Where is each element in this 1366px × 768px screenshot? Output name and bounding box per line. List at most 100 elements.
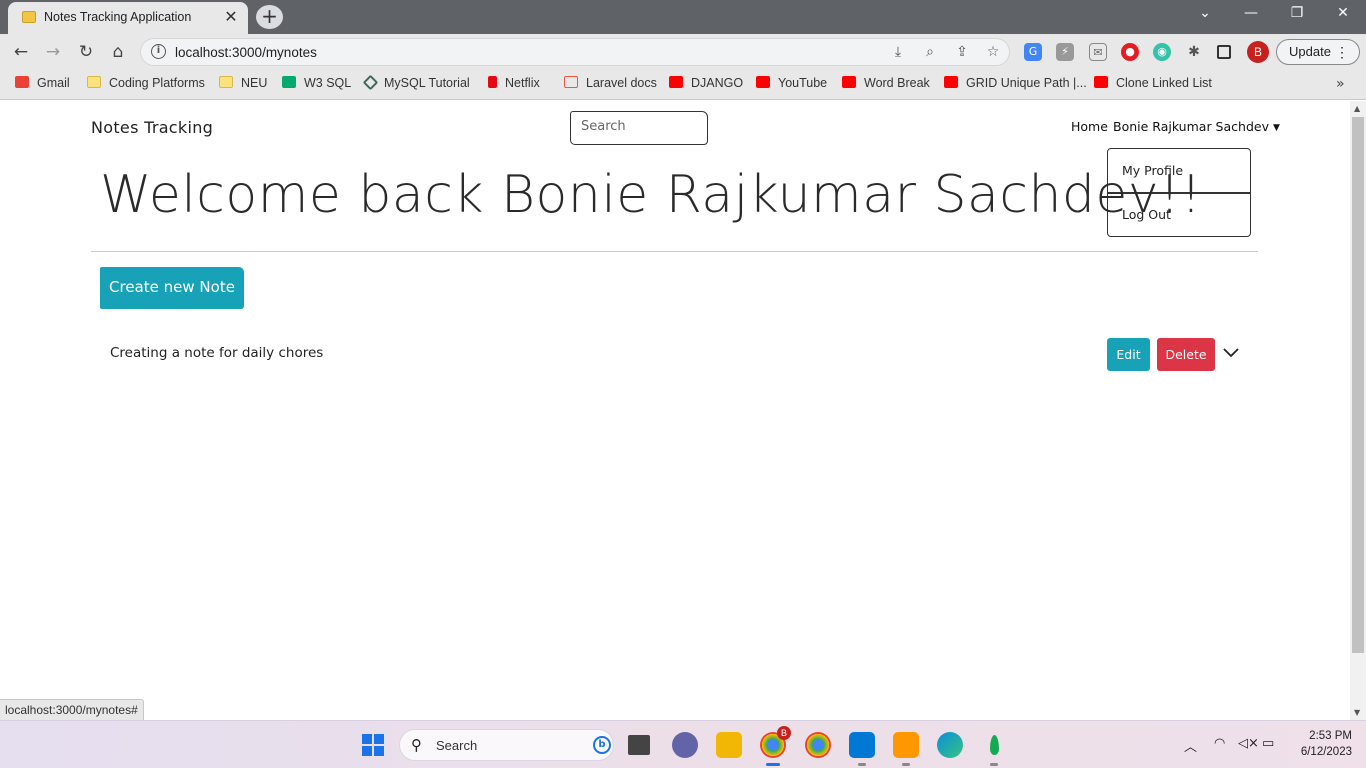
bookmark-mysql-tutorial[interactable]: MySQL Tutorial bbox=[362, 74, 470, 91]
bookmark-netflix[interactable]: Netflix bbox=[488, 76, 540, 90]
w3schools-icon bbox=[282, 76, 296, 88]
bookmark-django[interactable]: DJANGO bbox=[669, 76, 743, 90]
youtube-icon bbox=[756, 76, 770, 88]
bookmark-w3-sql[interactable]: W3 SQL bbox=[282, 76, 351, 90]
volume-muted-icon[interactable]: ◁× bbox=[1238, 736, 1259, 751]
bookmark-label: NEU bbox=[241, 76, 268, 90]
scroll-down-icon[interactable]: ▼ bbox=[1354, 708, 1360, 717]
profile-avatar[interactable]: B bbox=[1247, 41, 1269, 63]
chevron-down-icon[interactable] bbox=[1222, 346, 1240, 360]
bookmark-laravel-docs[interactable]: Laravel docs bbox=[564, 76, 657, 90]
mail-extension-icon[interactable]: ✉ bbox=[1089, 43, 1107, 61]
bookmark-label: DJANGO bbox=[691, 76, 744, 90]
teams-icon[interactable] bbox=[672, 732, 698, 758]
side-panel-icon[interactable] bbox=[1217, 45, 1231, 59]
bookmark-coding-platforms[interactable]: Coding Platforms bbox=[87, 76, 205, 90]
delete-note-button[interactable]: Delete bbox=[1157, 338, 1215, 371]
share-icon[interactable]: ⇪ bbox=[953, 44, 971, 60]
taskbar-clock[interactable]: 2:53 PM 6/12/2023 bbox=[1290, 728, 1352, 760]
page-title: Welcome back Bonie Rajkumar Sachdev!! bbox=[100, 165, 1202, 225]
extensions-puzzle-icon[interactable]: ✱ bbox=[1185, 43, 1203, 61]
sublime-text-icon[interactable] bbox=[893, 732, 919, 766]
bookmark-label: W3 SQL bbox=[304, 76, 352, 90]
youtube-icon bbox=[1094, 76, 1108, 88]
site-info-icon[interactable]: i bbox=[151, 44, 166, 59]
update-button[interactable]: Update ⋮ bbox=[1276, 39, 1360, 65]
link-status-bar: localhost:3000/mynotes# bbox=[0, 699, 144, 720]
file-explorer-icon[interactable] bbox=[716, 732, 742, 758]
chrome-profile-2-icon[interactable] bbox=[805, 732, 831, 758]
youtube-icon bbox=[669, 76, 683, 88]
windows-taskbar: ⚲ Search b B ︿ ◠ ◁× ▭ 2:53 PM 6/12/2023 bbox=[0, 720, 1366, 768]
translate-extension-icon[interactable]: G bbox=[1024, 43, 1042, 61]
folder-icon bbox=[219, 76, 233, 88]
clock-time: 2:53 PM bbox=[1309, 730, 1352, 742]
edit-note-button[interactable]: Edit bbox=[1107, 338, 1150, 371]
windows-start-icon[interactable] bbox=[362, 734, 384, 756]
task-view-icon[interactable] bbox=[628, 735, 650, 755]
bolt-extension-icon[interactable]: ⚡ bbox=[1056, 43, 1074, 61]
restore-icon[interactable]: ❐ bbox=[1283, 5, 1311, 21]
record-extension-icon[interactable]: ● bbox=[1121, 43, 1139, 61]
user-name: Bonie Rajkumar Sachdev bbox=[1113, 119, 1269, 134]
bookmark-label: Gmail bbox=[37, 76, 70, 90]
navbar-brand[interactable]: Notes Tracking bbox=[91, 118, 213, 137]
nav-user-dropdown-toggle[interactable]: Bonie Rajkumar Sachdev ▼ bbox=[1113, 119, 1280, 134]
bookmarks-bar: Gmail Coding Platforms NEU W3 SQL MySQL … bbox=[0, 70, 1366, 100]
back-icon[interactable]: ← bbox=[10, 42, 32, 62]
tab-title: Notes Tracking Application bbox=[44, 10, 192, 24]
create-note-button[interactable]: Create new Note bbox=[100, 267, 244, 309]
bookmark-grid-unique-path[interactable]: GRID Unique Path |... bbox=[944, 76, 1087, 90]
update-label: Update bbox=[1289, 44, 1331, 59]
color-extension-icon[interactable]: ◉ bbox=[1153, 43, 1171, 61]
chrome-profile-badge: B bbox=[777, 726, 791, 740]
note-title[interactable]: Creating a note for daily chores bbox=[110, 345, 323, 361]
close-tab-icon[interactable]: ✕ bbox=[222, 7, 240, 26]
new-tab-button[interactable]: + bbox=[256, 5, 283, 29]
bookmark-word-break[interactable]: Word Break bbox=[842, 76, 930, 90]
mongodb-compass-icon[interactable] bbox=[981, 732, 1007, 766]
bookmark-clone-linked-list[interactable]: Clone Linked List bbox=[1094, 76, 1212, 90]
youtube-icon bbox=[842, 76, 856, 88]
notes-favicon-icon bbox=[22, 11, 36, 23]
nav-home-link[interactable]: Home bbox=[1071, 119, 1108, 134]
bookmark-label: Laravel docs bbox=[586, 76, 657, 90]
bookmark-youtube[interactable]: YouTube bbox=[756, 76, 827, 90]
home-icon[interactable]: ⌂ bbox=[107, 42, 129, 62]
wifi-icon[interactable]: ◠ bbox=[1214, 736, 1225, 751]
bing-icon[interactable]: b bbox=[593, 736, 611, 754]
bookmark-star-icon[interactable]: ☆ bbox=[984, 44, 1002, 60]
reload-icon[interactable]: ↻ bbox=[75, 42, 97, 62]
search-input[interactable]: Search bbox=[570, 111, 708, 145]
mysql-icon bbox=[362, 74, 379, 91]
vscode-icon[interactable] bbox=[849, 732, 875, 766]
taskbar-search[interactable]: ⚲ Search b bbox=[399, 729, 614, 761]
close-window-icon[interactable]: ✕ bbox=[1329, 5, 1357, 21]
chevron-down-icon[interactable]: ⌄ bbox=[1191, 5, 1219, 21]
more-menu-icon[interactable]: ⋮ bbox=[1335, 40, 1349, 64]
url-text[interactable]: localhost:3000/mynotes bbox=[175, 45, 317, 60]
zoom-icon[interactable]: ⌕ bbox=[921, 44, 939, 60]
browser-tab[interactable]: Notes Tracking Application ✕ bbox=[8, 2, 248, 34]
edge-icon[interactable] bbox=[937, 732, 963, 758]
chevron-up-icon[interactable]: ︿ bbox=[1184, 736, 1197, 755]
scrollbar-thumb[interactable] bbox=[1352, 117, 1364, 653]
bookmark-neu[interactable]: NEU bbox=[219, 76, 267, 90]
forward-icon[interactable]: → bbox=[42, 42, 64, 62]
browser-titlebar: Notes Tracking Application ✕ + ⌄ — ❐ ✕ bbox=[0, 0, 1366, 34]
search-icon: ⚲ bbox=[411, 736, 422, 754]
chrome-icon[interactable]: B bbox=[760, 726, 791, 766]
folder-icon bbox=[87, 76, 101, 88]
bookmark-gmail[interactable]: Gmail bbox=[15, 76, 70, 90]
battery-icon[interactable]: ▭ bbox=[1262, 736, 1274, 751]
address-bar[interactable]: i localhost:3000/mynotes ⤓ ⌕ ⇪ ☆ bbox=[140, 38, 1010, 66]
minimize-icon[interactable]: — bbox=[1237, 5, 1265, 21]
chevron-double-right-icon[interactable]: » bbox=[1336, 76, 1345, 92]
youtube-icon bbox=[944, 76, 958, 88]
install-icon[interactable]: ⤓ bbox=[889, 44, 907, 60]
page-scrollbar[interactable]: ▲ ▼ bbox=[1350, 101, 1366, 720]
scroll-up-icon[interactable]: ▲ bbox=[1354, 104, 1360, 113]
netflix-icon bbox=[488, 76, 497, 88]
laravel-icon bbox=[564, 76, 578, 88]
taskbar-search-label: Search bbox=[436, 738, 478, 753]
